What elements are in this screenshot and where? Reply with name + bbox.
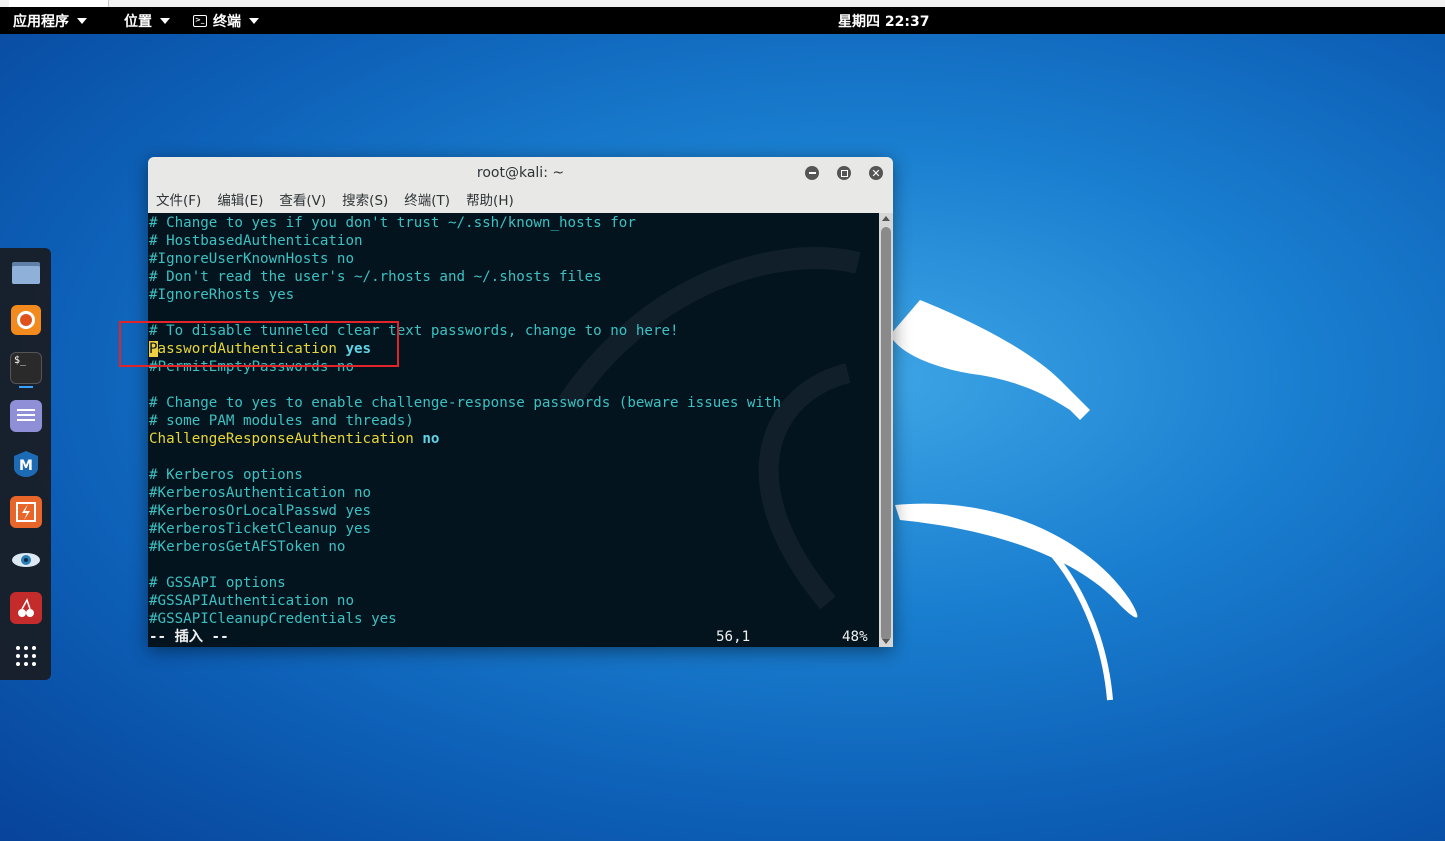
code-line: #KerberosOrLocalPasswd yes — [149, 503, 372, 519]
highlight-box — [119, 321, 399, 367]
terminal-app-menu[interactable]: >_ 终端 — [193, 11, 259, 31]
firefox-icon[interactable] — [10, 304, 42, 336]
challenge-response-line: ChallengeResponseAuthentication no — [149, 430, 439, 448]
maximize-icon — [840, 169, 848, 177]
close-icon: ✕ — [871, 166, 881, 180]
terminal-label: 终端 — [213, 14, 241, 30]
menu-bar: 文件(F) 编辑(E) 查看(V) 搜索(S) 终端(T) 帮助(H) — [148, 190, 893, 213]
applications-label: 应用程序 — [13, 14, 69, 30]
minimize-button[interactable] — [805, 166, 819, 180]
top-panel: 应用程序 位置 >_ 终端 星期四 22:37 — [0, 7, 1445, 34]
maximize-button[interactable] — [837, 166, 851, 180]
svg-text:M: M — [19, 458, 33, 474]
menu-view[interactable]: 查看(V) — [279, 190, 326, 213]
scroll-down-icon[interactable] — [882, 639, 890, 644]
code-line: # GSSAPI options — [149, 575, 286, 591]
file-percent: 48% — [842, 629, 868, 645]
terminal-icon[interactable]: $_ — [10, 352, 42, 384]
code-line: #KerberosAuthentication no — [149, 485, 372, 501]
code-line: # Don't read the user's ~/.rhosts and ~/… — [149, 269, 602, 285]
vim-mode-indicator: -- 插入 -- — [149, 629, 229, 645]
app-grid-icon[interactable] — [10, 640, 42, 672]
places-menu[interactable]: 位置 — [124, 11, 170, 31]
cursor-position: 56,1 — [716, 629, 751, 645]
code-line: # Kerberos options — [149, 467, 303, 483]
code-line: # HostbasedAuthentication — [149, 233, 363, 249]
code-line: #GSSAPICleanupCredentials yes — [149, 611, 397, 627]
places-label: 位置 — [124, 14, 152, 30]
window-title[interactable]: root@kali: ~ — [148, 157, 893, 189]
terminal-window: root@kali: ~ ✕ 文件(F) 编辑(E) 查看(V) 搜索(S) 终… — [148, 157, 893, 647]
browser-tab[interactable] — [9, 0, 109, 7]
close-button[interactable]: ✕ — [869, 166, 883, 180]
eye-icon[interactable] — [10, 544, 42, 576]
code-line: #KerberosGetAFSToken no — [149, 539, 346, 555]
chevron-down-icon — [77, 18, 87, 24]
terminal-content[interactable]: # Change to yes if you don't trust ~/.ss… — [148, 213, 879, 647]
code-line: # some PAM modules and threads) — [149, 413, 414, 429]
applications-menu[interactable]: 应用程序 — [13, 11, 87, 31]
chevron-down-icon — [249, 18, 259, 24]
menu-terminal[interactable]: 终端(T) — [404, 190, 450, 213]
files-icon[interactable] — [10, 256, 42, 288]
menu-help[interactable]: 帮助(H) — [466, 190, 514, 213]
code-line: #IgnoreRhosts yes — [149, 287, 295, 303]
challenge-response-value: no — [422, 431, 440, 447]
challenge-response-key: ChallengeResponseAuthentication — [149, 431, 414, 447]
terminal-small-icon: >_ — [193, 15, 207, 27]
menu-search[interactable]: 搜索(S) — [342, 190, 388, 213]
code-line: #GSSAPIAuthentication no — [149, 593, 354, 609]
code-line: # Change to yes if you don't trust ~/.ss… — [149, 215, 636, 231]
scrollbar[interactable] — [879, 213, 893, 647]
scrollbar-thumb[interactable] — [881, 227, 891, 641]
notes-icon[interactable] — [10, 400, 42, 432]
burpsuite-icon[interactable] — [10, 496, 42, 528]
code-line: #KerberosTicketCleanup yes — [149, 521, 372, 537]
code-line: # Change to yes to enable challenge-resp… — [149, 395, 782, 411]
active-indicator — [19, 386, 33, 388]
menu-edit[interactable]: 编辑(E) — [217, 190, 263, 213]
scroll-up-icon[interactable] — [882, 216, 890, 221]
cherrytree-icon[interactable] — [10, 592, 42, 624]
browser-strip — [0, 0, 1445, 7]
menu-file[interactable]: 文件(F) — [156, 190, 201, 213]
metasploit-icon[interactable]: M — [10, 448, 42, 480]
chevron-down-icon — [160, 18, 170, 24]
minimize-icon — [808, 172, 816, 174]
code-line: #IgnoreUserKnownHosts no — [149, 251, 354, 267]
clock[interactable]: 星期四 22:37 — [838, 11, 929, 31]
dock: $_ M — [0, 248, 51, 680]
